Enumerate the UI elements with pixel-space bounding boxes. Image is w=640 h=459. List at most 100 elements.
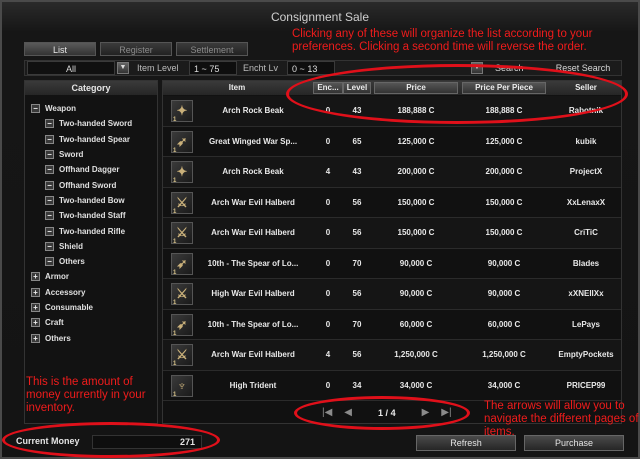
item-quantity: 1 [173,147,177,154]
category-item[interactable]: − Sword [25,147,157,162]
category-list: − Weapon − Two-handed Sword − Two-handed Spea… [25,95,157,346]
tree-node-icon[interactable]: − [45,195,54,205]
category-item[interactable]: − Two-handed Staff [25,208,157,223]
item-name: 10th - The Spear of Lo... [207,258,299,268]
tab-list[interactable]: List [24,42,96,56]
enchant-min[interactable]: 0 [292,64,297,74]
category-item[interactable]: − Two-handed Rifle [25,223,157,238]
tree-node-icon[interactable]: − [45,257,54,267]
item-name: Arch War Evil Halberd [211,197,295,207]
item-enchant: 0 [325,197,331,207]
category-select[interactable]: All [27,61,115,75]
tree-node-icon[interactable]: − [45,180,54,190]
tree-node-icon[interactable]: − [45,119,54,129]
item-name: 10th - The Spear of Lo... [207,319,299,329]
category-item[interactable]: − Two-handed Bow [25,193,157,208]
enchant-label: Encht Lv [243,63,279,73]
item-price: 125,000 C [397,136,435,146]
item-quantity: 1 [173,300,177,306]
category-item-label: Accessory [45,287,86,297]
enchant-sep: ~ [299,64,305,74]
table-row[interactable]: ⚔ 1 Arch War Evil Halberd 0 56 150,000 C 150,0… [163,218,621,249]
money-annotation-ring [2,422,220,458]
window-title: Consignment Sale [270,10,370,24]
item-level-label: Item Level [137,63,179,73]
expand-icon[interactable]: + [31,333,40,343]
table-row[interactable]: ⚔ 1 High War Evil Halberd 0 56 90,000 C 90,000… [163,279,621,310]
category-item-label: Two-handed Rifle [59,226,126,236]
item-price: 1,250,000 C [394,350,438,359]
item-level: 70 [352,319,362,329]
item-level: 65 [352,136,362,146]
tab-settlement[interactable]: Settlement [176,42,248,56]
item-list-panel: Item Enc... Level Price Price Per Piece … [162,80,622,424]
tree-node-icon[interactable]: − [45,165,54,175]
category-item[interactable]: − Shield [25,239,157,254]
item-seller: CriTiC [574,228,598,237]
sort-annotation-ring [286,64,628,124]
table-row[interactable]: ⚔ 1 Arch War Evil Halberd 0 56 150,000 C 150,0… [163,188,621,218]
item-seller: EmptyPockets [558,350,614,359]
column-item[interactable]: Item [169,82,305,94]
item-quantity: 1 [173,361,177,367]
collapse-icon[interactable]: − [31,104,40,114]
table-row[interactable]: ➶ 1 10th - The Spear of Lo... 0 70 90,000 C 90… [163,249,621,279]
item-price: 60,000 C [399,319,433,329]
category-item[interactable]: + Craft [25,315,157,330]
tree-node-icon[interactable]: − [45,150,54,160]
enchant-max[interactable]: 13 [307,64,317,74]
category-dropdown-icon[interactable]: ▼ [117,62,129,74]
tab-bar: List Register Settlement [24,42,248,56]
category-item-label: Two-handed Staff [59,211,126,221]
item-level-range[interactable]: 1 ~ 75 [189,61,237,75]
category-item[interactable]: − Offhand Dagger [25,162,157,177]
item-enchant: 0 [325,258,331,268]
table-row[interactable]: ➶ 1 10th - The Spear of Lo... 0 70 60,000 C 60… [163,310,621,340]
expand-icon[interactable]: + [31,303,40,312]
item-price-per-piece: 90,000 C [487,289,521,298]
table-row[interactable]: ⚔ 1 Arch War Evil Halberd 4 56 1,250,000 C 1,2… [163,340,621,371]
category-item[interactable]: − Others [25,254,157,269]
tree-node-icon[interactable]: − [45,241,54,251]
item-quantity: 1 [173,239,177,245]
tree-node-icon[interactable]: − [45,211,54,221]
category-item[interactable]: − Weapon [25,101,157,116]
category-header: Category [25,81,157,95]
table-row[interactable]: ✦ 1 Arch Rock Beak 4 43 200,000 C 200,000 C Pro… [163,157,621,188]
tree-node-icon[interactable]: − [45,226,54,236]
item-quantity: 1 [173,269,177,276]
item-enchant: 4 [325,350,331,359]
tab-register[interactable]: Register [100,42,172,56]
item-price-per-piece: 90,000 C [487,258,521,268]
expand-icon[interactable]: + [31,287,40,297]
item-price-per-piece: 1,250,000 C [482,350,526,359]
category-item[interactable]: + Accessory [25,285,157,300]
category-item[interactable]: − Offhand Sword [25,177,157,192]
category-item[interactable]: + Consumable [25,300,157,315]
item-level-max[interactable]: 75 [209,64,219,74]
item-price: 150,000 C [397,197,435,207]
tree-node-icon[interactable]: − [45,134,54,144]
item-enchant: 0 [325,228,331,237]
item-enchant: 0 [325,136,331,146]
item-level-min[interactable]: 1 [194,64,199,74]
arrows-annotation-ring [294,396,470,430]
expand-icon[interactable]: + [31,272,40,282]
expand-icon[interactable]: + [31,318,40,328]
category-item[interactable]: + Others [25,330,157,345]
item-name: Great Winged War Sp... [208,136,298,146]
table-row[interactable]: ➶ 1 Great Winged War Sp... 0 65 125,000 C 125,… [163,127,621,157]
sort-annotation-text: Clicking any of these will organize the … [292,28,593,53]
item-seller: kubik [575,136,597,146]
category-item-label: Consumable [45,303,94,312]
item-name: Arch War Evil Halberd [211,350,295,359]
category-item[interactable]: + Armor [25,269,157,284]
category-item[interactable]: − Two-handed Spear [25,132,157,147]
item-price: 200,000 C [397,167,435,176]
item-level: 56 [352,228,362,237]
enchant-range[interactable]: 0 ~ 13 [287,61,335,75]
category-item[interactable]: − Two-handed Sword [25,116,157,131]
item-level: 43 [352,167,362,176]
item-price-per-piece: 200,000 C [485,167,523,176]
item-price-per-piece: 125,000 C [485,136,523,146]
